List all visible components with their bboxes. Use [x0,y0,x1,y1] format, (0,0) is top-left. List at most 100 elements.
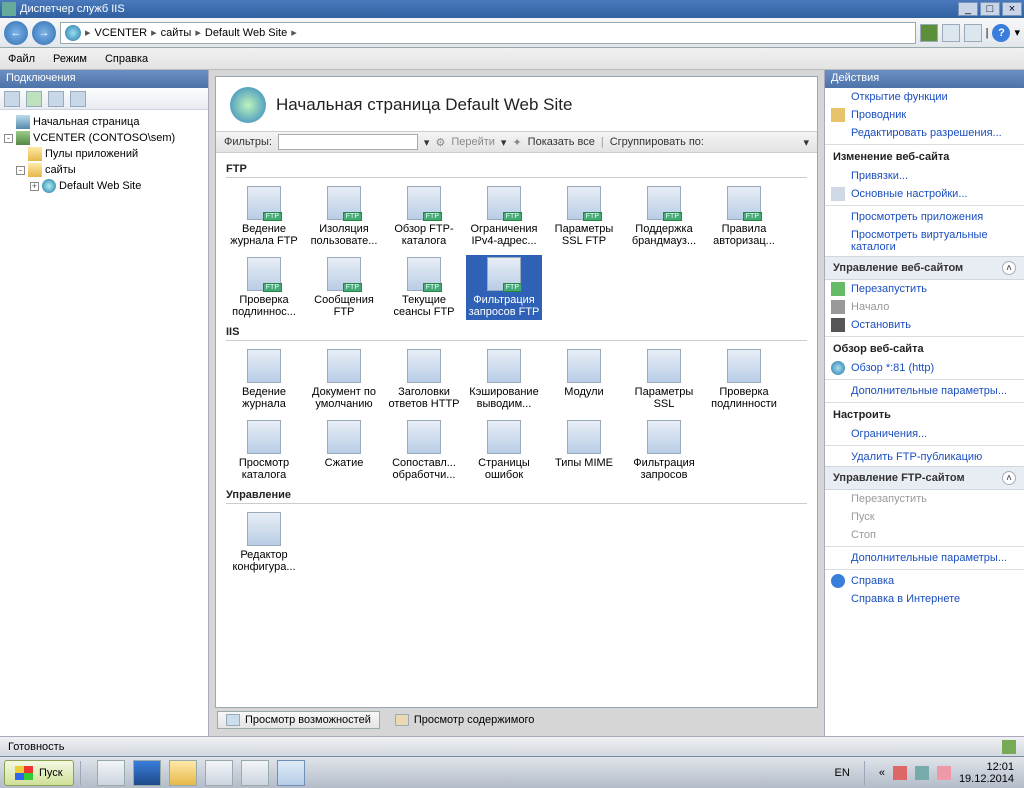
start-button[interactable]: Пуск [4,760,74,786]
task-desktop-icon[interactable] [241,760,269,786]
tab-features-view[interactable]: Просмотр возможностей [217,711,380,729]
breadcrumb-item[interactable]: Default Web Site [205,27,287,39]
feature-item[interactable]: Страницы ошибок [466,418,542,483]
feature-item[interactable]: FTPСообщения FTP [306,255,382,320]
feature-item[interactable]: Модули [546,347,622,412]
feature-item[interactable]: Просмотр каталога [226,418,302,483]
collapse-icon[interactable]: ˄ [1002,261,1016,275]
feature-item[interactable]: Параметры SSL [626,347,702,412]
feature-item[interactable]: Документ по умолчанию [306,347,382,412]
menu-file[interactable]: Файл [8,53,35,65]
refresh-tree-button[interactable] [70,91,86,107]
feature-item[interactable]: FTPФильтрация запросов FTP [466,255,542,320]
taskbar-clock[interactable]: 12:01 19.12.2014 [959,761,1014,785]
feature-item[interactable]: FTPОграничения IPv4-адрес... [466,184,542,249]
tab-content-view[interactable]: Просмотр содержимого [386,711,544,729]
navigation-bar: ← → ▸ VCENTER ▸ сайты ▸ Default Web Site… [0,18,1024,48]
expand-icon[interactable]: + [30,182,39,191]
menu-mode[interactable]: Режим [53,53,87,65]
feature-item[interactable]: Сопоставл... обработчи... [386,418,462,483]
connections-tree: Начальная страница - VCENTER (CONTOSO\se… [0,110,208,736]
collapse-icon[interactable]: - [16,166,25,175]
dropdown-icon[interactable]: ▾ [803,136,809,149]
feature-item[interactable]: FTPПроверка подлиннос... [226,255,302,320]
connect-button[interactable] [4,91,20,107]
home-button[interactable] [964,24,982,42]
collapse-icon[interactable]: - [4,134,13,143]
dropdown-icon[interactable]: ▾ [501,136,507,149]
feature-item[interactable]: Типы MIME [546,418,622,483]
feature-item[interactable]: FTPТекущие сеансы FTP [386,255,462,320]
action-edit-permissions[interactable]: Редактировать разрешения... [825,124,1024,142]
stop-button[interactable] [942,24,960,42]
feature-item[interactable]: Проверка подлинности [706,347,782,412]
action-limits[interactable]: Ограничения... [825,425,1024,443]
feature-item[interactable]: FTPОбзор FTP-каталога [386,184,462,249]
action-bindings[interactable]: Привязки... [825,167,1024,185]
back-button[interactable]: ← [4,21,28,45]
forward-button[interactable]: → [32,21,56,45]
collapse-icon[interactable]: ˄ [1002,471,1016,485]
action-help[interactable]: Справка [825,572,1024,590]
feature-label: Сопоставл... обработчи... [388,457,460,481]
feature-label: Ведение журнала [228,386,300,410]
filter-input[interactable] [278,134,418,150]
maximize-button[interactable]: □ [980,2,1000,16]
dropdown-icon[interactable]: ▾ [424,136,430,149]
breadcrumb[interactable]: ▸ VCENTER ▸ сайты ▸ Default Web Site ▸ [60,22,916,44]
task-server-manager-icon[interactable] [97,760,125,786]
feature-label: Страницы ошибок [468,457,540,481]
tab-label: Просмотр содержимого [414,714,535,726]
action-view-vdirs[interactable]: Просмотреть виртуальные каталоги [825,226,1024,256]
action-view-applications[interactable]: Просмотреть приложения [825,208,1024,226]
menu-help[interactable]: Справка [105,53,148,65]
go-button[interactable]: Перейти [451,136,495,148]
tray-expand-icon[interactable]: « [879,767,885,779]
close-button[interactable]: × [1002,2,1022,16]
breadcrumb-item[interactable]: сайты [161,27,192,39]
feature-item[interactable]: Кэширование выводим... [466,347,542,412]
feature-icon: FTP [647,186,681,220]
action-open-feature[interactable]: Открытие функции [825,88,1024,106]
feature-item[interactable]: Ведение журнала [226,347,302,412]
action-browse-http[interactable]: Обзор *:81 (http) [825,359,1024,377]
dropdown-icon[interactable]: ▾ [1014,26,1020,39]
action-help-online[interactable]: Справка в Интернете [825,590,1024,608]
actions-section-manage-site: Управление веб-сайтом ˄ [825,256,1024,280]
feature-item[interactable]: Сжатие [306,418,382,483]
action-advanced-settings[interactable]: Дополнительные параметры... [825,382,1024,400]
feature-item[interactable]: Заголовки ответов HTTP [386,347,462,412]
up-button[interactable] [48,91,64,107]
tree-node-sites[interactable]: - сайты [2,162,206,178]
tree-node-pools[interactable]: Пулы приложений [2,146,206,162]
action-explorer[interactable]: Проводник [825,106,1024,124]
help-icon[interactable]: ? [992,24,1010,42]
action-ftp-advanced[interactable]: Дополнительные параметры... [825,549,1024,567]
task-settings-icon[interactable] [205,760,233,786]
language-indicator[interactable]: EN [835,767,850,779]
home-icon [16,115,30,129]
feature-item[interactable]: Редактор конфигура... [226,510,302,575]
action-basic-settings[interactable]: Основные настройки... [825,185,1024,203]
show-all-button[interactable]: Показать все [528,136,595,148]
tree-node-default-site[interactable]: + Default Web Site [2,178,206,194]
save-button[interactable] [26,91,42,107]
task-iis-manager-icon[interactable] [277,760,305,786]
tree-node-server[interactable]: - VCENTER (CONTOSO\sem) [2,130,206,146]
refresh-button[interactable] [920,24,938,42]
feature-item[interactable]: FTPПравила авторизац... [706,184,782,249]
minimize-button[interactable]: _ [958,2,978,16]
action-stop[interactable]: Остановить [825,316,1024,334]
feature-item[interactable]: Фильтрация запросов [626,418,702,483]
action-restart[interactable]: Перезапустить [825,280,1024,298]
feature-item[interactable]: FTPПоддержка брандмауз... [626,184,702,249]
breadcrumb-item[interactable]: VCENTER [95,27,148,39]
feature-item[interactable]: FTPПараметры SSL FTP [546,184,622,249]
task-explorer-icon[interactable] [169,760,197,786]
feature-icon [247,420,281,454]
task-powershell-icon[interactable] [133,760,161,786]
tree-node-start[interactable]: Начальная страница [2,114,206,130]
feature-item[interactable]: FTPВедение журнала FTP [226,184,302,249]
feature-item[interactable]: FTPИзоляция пользовате... [306,184,382,249]
action-remove-ftp[interactable]: Удалить FTP-публикацию [825,448,1024,466]
